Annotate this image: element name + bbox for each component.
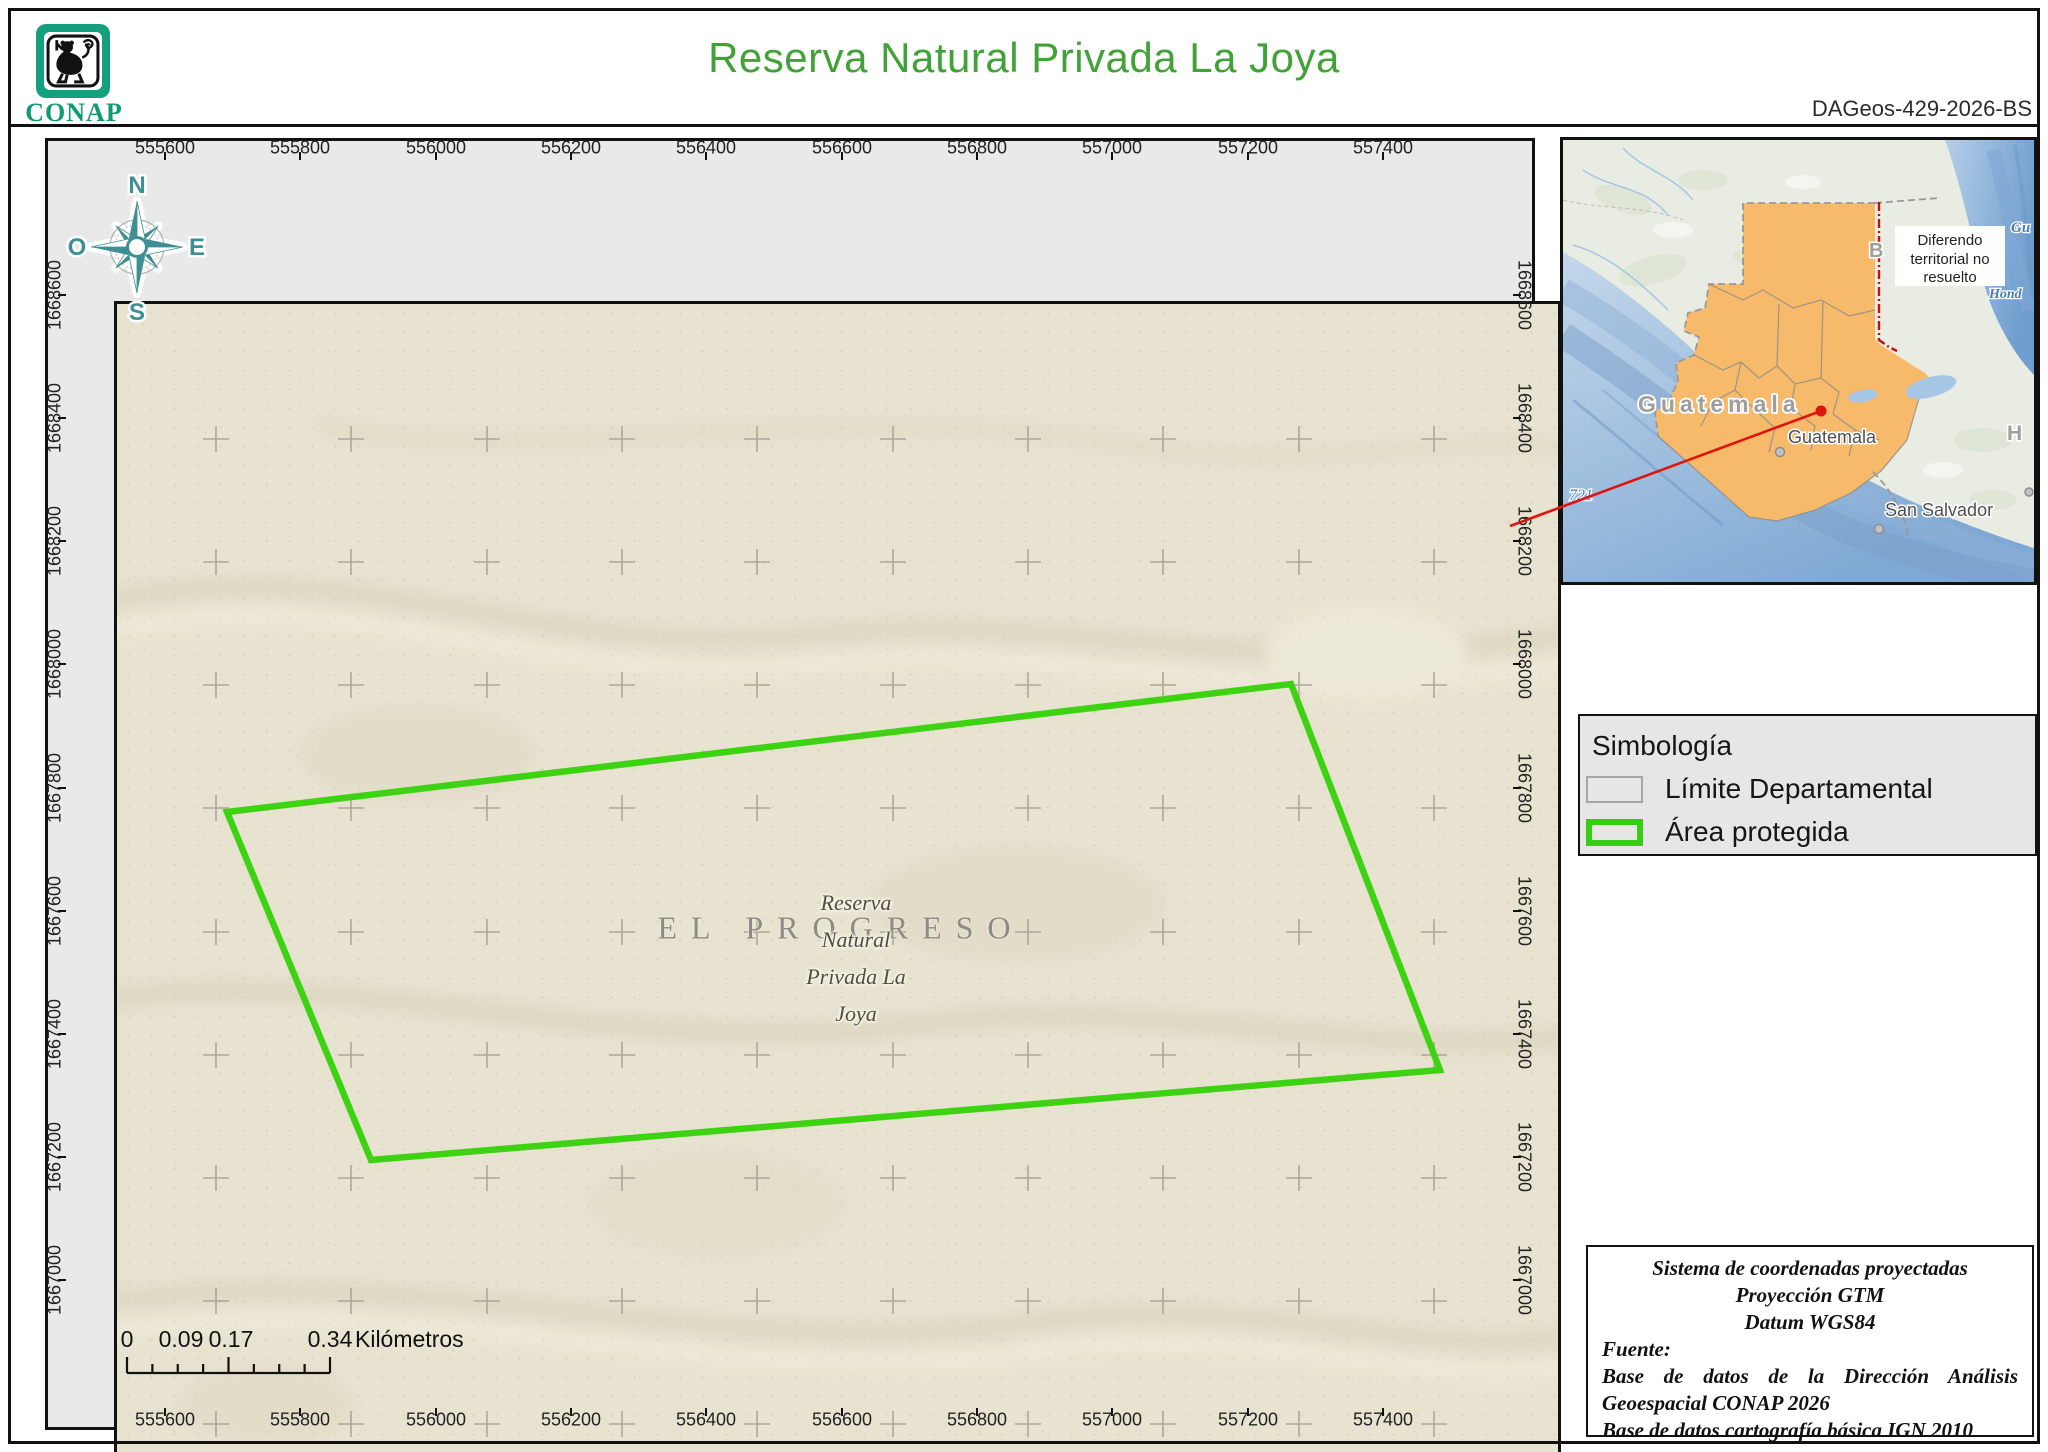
territorial-note: Diferendo territorial no resuelto — [1895, 226, 2005, 286]
city-dot-edge — [2024, 487, 2034, 497]
inset-map-graphic: B Guatemala H o Guatemala San Salvador G… — [1563, 140, 2034, 582]
grid-tick — [58, 540, 66, 542]
grid-tick — [1513, 417, 1521, 419]
projection-line: Proyección GTM — [1735, 1283, 1885, 1307]
city-label-san-salvador: San Salvador — [1885, 500, 1993, 520]
map-document-page: CONAP Reserva Natural Privada La Joya DA… — [0, 0, 2048, 1452]
grid-tick — [58, 417, 66, 419]
scalebar-0: 0 — [120, 1326, 134, 1352]
belize-label-fragment: B — [1869, 240, 1883, 262]
main-map-canvas: EL PROGRESO Reserva Natural Privada La J… — [114, 301, 1561, 1452]
grid-tick — [299, 152, 301, 160]
source-item-1: Base de datos de la Dirección Análisis G… — [1602, 1364, 2018, 1415]
grid-tick — [1382, 1408, 1384, 1416]
road-label-721: 721 — [1569, 487, 1593, 504]
scalebar-009: 0.09 — [158, 1326, 204, 1352]
city-label-guatemala: Guatemala — [1788, 427, 1877, 447]
sea-label-fragment-1: Gu — [2011, 220, 2030, 236]
page-title: Reserva Natural Privada La Joya — [708, 34, 1340, 81]
grid-tick — [841, 152, 843, 160]
grid-tick — [1247, 152, 1249, 160]
city-dot-guatemala — [1774, 446, 1786, 458]
grid-tick — [1382, 152, 1384, 160]
grid-tick — [1111, 1408, 1113, 1416]
grid-tick — [58, 910, 66, 912]
grid-tick — [1513, 787, 1521, 789]
grid-tick — [570, 1408, 572, 1416]
grid-tick — [1513, 1156, 1521, 1158]
grid-tick — [976, 152, 978, 160]
legend-title: Simbología — [1592, 730, 1733, 761]
grid-tick — [58, 1033, 66, 1035]
grid-tick — [570, 152, 572, 160]
grid-tick — [58, 1279, 66, 1281]
protected-area-swatch — [1586, 818, 1643, 846]
compass-n: N — [128, 172, 145, 199]
grid-tick — [705, 1408, 707, 1416]
reserve-name-label: Reserva Natural Privada La Joya — [806, 890, 906, 1026]
document-code: DAGeos-429-2026-BS — [1811, 96, 2032, 121]
grid-tick — [164, 152, 166, 160]
grid-tick — [58, 787, 66, 789]
scalebar-034: 0.34 — [307, 1326, 353, 1352]
grid-tick — [435, 152, 437, 160]
grid-tick — [1111, 152, 1113, 160]
grid-tick — [58, 663, 66, 665]
svg-text:territorial no: territorial no — [1910, 251, 1989, 268]
grid-tick — [1247, 1408, 1249, 1416]
compass-s: S — [129, 299, 145, 326]
grid-tick — [1513, 294, 1521, 296]
grid-tick — [1513, 663, 1521, 665]
grid-tick — [299, 1408, 301, 1416]
source-label: Fuente: — [1602, 1337, 1671, 1361]
map-terrain-and-boundary-layer — [117, 414, 1558, 1444]
svg-text:resuelto: resuelto — [1923, 269, 1976, 286]
city-dot-san-salvador — [1873, 523, 1885, 535]
grid-tick — [164, 1408, 166, 1416]
coordinate-system-info-box: Sistema de coordenadas proyectadas Proye… — [1586, 1245, 2034, 1442]
svg-text:Diferendo: Diferendo — [1917, 232, 1982, 249]
grid-tick — [976, 1408, 978, 1416]
legend-item-protected: Área protegida — [1586, 816, 1849, 848]
grid-tick — [1513, 1279, 1521, 1281]
legend-item-departmental: Límite Departamental — [1586, 773, 1933, 805]
grid-tick — [705, 152, 707, 160]
scalebar-017: 0.17 — [208, 1326, 254, 1352]
compass-o: O — [68, 234, 87, 261]
grid-tick — [1513, 910, 1521, 912]
map-frame-collar: EL PROGRESO Reserva Natural Privada La J… — [45, 138, 1561, 1452]
country-locator-inset: B Guatemala H o Guatemala San Salvador G… — [1560, 137, 2037, 585]
country-label-honduras-fragment: H o — [2007, 422, 2034, 445]
departmental-limit-swatch — [1586, 775, 1643, 803]
legend-box: Simbología Límite Departamental Área pro… — [1578, 714, 2037, 856]
grid-tick — [435, 1408, 437, 1416]
header-separator — [8, 124, 2040, 127]
compass-rose-icon: N E S O — [65, 170, 207, 327]
country-label-guatemala: Guatemala — [1638, 391, 1801, 417]
grid-tick — [1513, 1033, 1521, 1035]
source-item-2: Base de datos cartografía básica IGN 201… — [1602, 1418, 1973, 1442]
crs-line: Sistema de coordenadas proyectadas — [1652, 1256, 1968, 1280]
grid-tick — [1513, 540, 1521, 542]
scalebar-unit: Kilómetros — [355, 1326, 464, 1352]
compass-e: E — [189, 234, 205, 261]
sea-label-fragment-2: Hond — [1988, 287, 2023, 302]
datum-line: Datum WGS84 — [1744, 1310, 1876, 1334]
grid-tick — [58, 1156, 66, 1158]
grid-tick — [841, 1408, 843, 1416]
